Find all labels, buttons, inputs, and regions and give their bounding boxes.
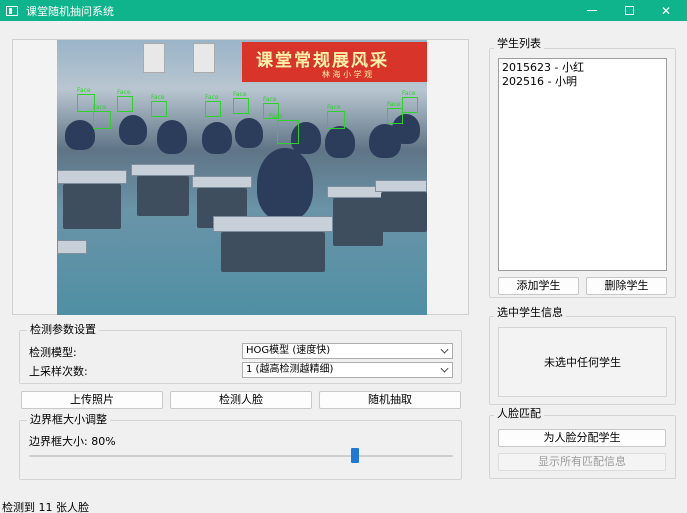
assign-student-button[interactable]: 为人脸分配学生 <box>498 429 666 447</box>
show-all-matches-button[interactable]: 显示所有匹配信息 <box>498 453 666 471</box>
close-icon: ✕ <box>660 3 672 18</box>
desk-body <box>221 232 325 272</box>
face-match-title: 人脸匹配 <box>494 408 544 420</box>
face-label: Face <box>77 87 91 94</box>
bbox-size-title: 边界框大小调整 <box>27 414 110 426</box>
face-label: Face <box>151 94 165 101</box>
minimize-icon <box>587 10 597 11</box>
face-label: Face <box>263 96 277 103</box>
face-box <box>117 96 133 112</box>
desk-body <box>333 198 383 246</box>
model-select-value: HOG模型 (速度快) <box>246 345 331 356</box>
maximize-button[interactable] <box>609 0 649 21</box>
model-select[interactable]: HOG模型 (速度快) <box>242 343 453 359</box>
student-figure <box>235 118 263 148</box>
face-label: Face <box>269 113 283 120</box>
student-figure <box>119 115 147 145</box>
face-label: Face <box>93 104 107 111</box>
banner-title: 课堂常规展风采 <box>256 51 389 71</box>
upload-photo-button[interactable]: 上传照片 <box>21 391 163 409</box>
face-label: Face <box>387 101 401 108</box>
selected-student-empty-text: 未选中任何学生 <box>544 356 621 369</box>
student-figure <box>202 122 232 154</box>
student-list-title: 学生列表 <box>494 38 544 50</box>
banner-subtitle: 林 海 小 学 观 <box>322 70 373 79</box>
desk-body <box>63 184 121 229</box>
desk <box>131 164 195 176</box>
model-label: 检测模型: <box>29 346 77 359</box>
maximize-icon <box>624 6 634 15</box>
selected-student-info: 未选中任何学生 <box>498 327 667 397</box>
chevron-down-icon <box>440 345 449 354</box>
selected-student-title: 选中学生信息 <box>494 307 566 319</box>
desk-body <box>381 192 427 232</box>
detection-params-title: 检测参数设置 <box>27 324 99 336</box>
wall-poster <box>143 43 165 73</box>
add-student-button[interactable]: 添加学生 <box>498 277 579 295</box>
title-bar: 课堂随机抽问系统 ✕ <box>0 0 687 21</box>
app-icon <box>6 5 18 16</box>
desk <box>192 176 252 188</box>
face-label: Face <box>327 104 341 111</box>
bbox-size-slider-track[interactable] <box>29 455 453 457</box>
wall-poster <box>193 43 215 73</box>
window-title: 课堂随机抽问系统 <box>26 4 114 18</box>
face-box <box>205 101 221 117</box>
face-box <box>277 120 299 144</box>
desk-body <box>137 176 189 216</box>
face-box <box>387 108 403 124</box>
face-label: Face <box>233 91 247 98</box>
face-box <box>327 111 345 129</box>
student-list[interactable]: 2015623 - 小红 202516 - 小明 <box>498 58 667 271</box>
bbox-size-slider-handle[interactable] <box>351 448 359 463</box>
minimize-button[interactable] <box>572 0 612 21</box>
face-label: Face <box>402 90 416 97</box>
upsample-select-value: 1 (越高检测越精细) <box>246 364 334 375</box>
desk <box>213 216 333 232</box>
desk <box>375 180 427 192</box>
list-item[interactable]: 2015623 - 小红 <box>499 61 666 75</box>
face-box <box>93 111 111 129</box>
face-box <box>151 101 167 117</box>
remove-student-button[interactable]: 删除学生 <box>586 277 667 295</box>
upsample-label: 上采样次数: <box>29 365 88 378</box>
status-bar-text: 检测到 11 张人脸 <box>2 501 89 513</box>
face-label: Face <box>205 94 219 101</box>
image-preview-frame: 课堂常规展风采 林 海 小 学 观 Face Face Face Face Fa… <box>12 39 469 315</box>
face-box <box>402 97 418 113</box>
list-item[interactable]: 202516 - 小明 <box>499 75 666 89</box>
desk <box>57 170 127 184</box>
detect-faces-button[interactable]: 检测人脸 <box>170 391 312 409</box>
classroom-photo: 课堂常规展风采 林 海 小 学 观 Face Face Face Face Fa… <box>57 40 427 315</box>
close-button[interactable]: ✕ <box>646 0 686 21</box>
bbox-size-group <box>19 420 462 480</box>
chevron-down-icon <box>440 364 449 373</box>
random-pick-button[interactable]: 随机抽取 <box>319 391 461 409</box>
desk <box>57 240 87 254</box>
upsample-select[interactable]: 1 (越高检测越精细) <box>242 362 453 378</box>
bbox-size-label: 边界框大小: 80% <box>29 435 116 448</box>
student-figure <box>325 126 355 158</box>
student-figure <box>257 148 313 220</box>
face-label: Face <box>117 89 131 96</box>
student-figure <box>157 120 187 154</box>
photo-banner: 课堂常规展风采 林 海 小 学 观 <box>242 42 427 82</box>
student-figure <box>65 120 95 150</box>
face-box <box>233 98 249 114</box>
